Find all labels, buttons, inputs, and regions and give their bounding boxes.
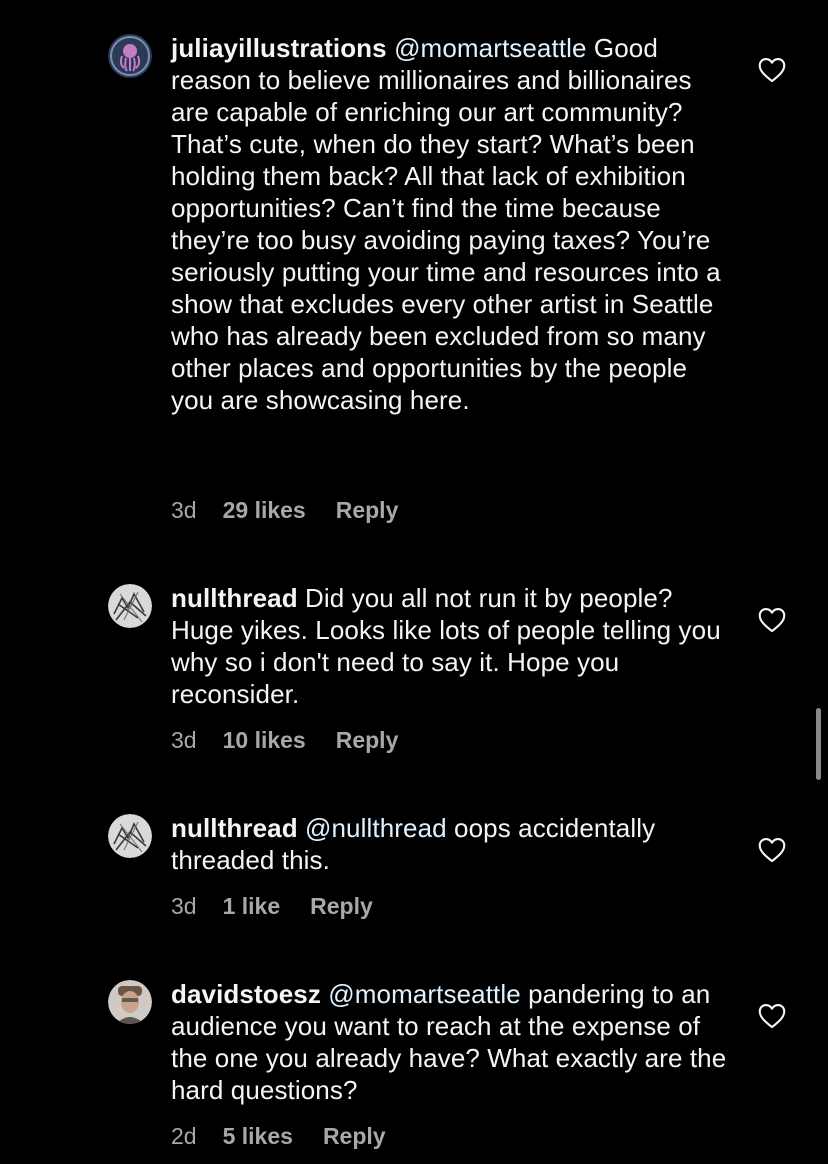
comment-username[interactable]: nullthread bbox=[171, 583, 298, 613]
person-photo-avatar-icon[interactable] bbox=[108, 980, 152, 1024]
comment-body: nullthread Did you all not run it by peo… bbox=[171, 582, 731, 710]
comment-mention[interactable]: @momartseattle bbox=[394, 33, 587, 63]
comment-time: 3d bbox=[171, 893, 197, 919]
comment-time: 2d bbox=[171, 1123, 197, 1149]
comment-meta: 2d 5 likes Reply bbox=[171, 1122, 386, 1150]
comment-likes[interactable]: 1 like bbox=[223, 893, 281, 919]
reply-button[interactable]: Reply bbox=[336, 727, 399, 753]
heart-outline-icon[interactable] bbox=[758, 57, 786, 83]
heart-outline-icon[interactable] bbox=[758, 1003, 786, 1029]
comment-time: 3d bbox=[171, 497, 197, 523]
comment-username[interactable]: davidstoesz bbox=[171, 979, 321, 1009]
reply-button[interactable]: Reply bbox=[310, 893, 373, 919]
comment-mention[interactable]: @momartseattle bbox=[328, 979, 521, 1009]
comment-likes[interactable]: 5 likes bbox=[223, 1123, 293, 1149]
heart-outline-icon[interactable] bbox=[758, 837, 786, 863]
comment-meta: 3d 1 like Reply bbox=[171, 892, 373, 920]
comment-username[interactable]: juliayillustrations bbox=[171, 33, 387, 63]
comment-time: 3d bbox=[171, 727, 197, 753]
reply-button[interactable]: Reply bbox=[336, 497, 399, 523]
octopus-avatar-icon[interactable] bbox=[108, 34, 152, 78]
comment-meta: 3d 10 likes Reply bbox=[171, 726, 398, 754]
scrollbar[interactable] bbox=[816, 708, 821, 780]
comment-text: Good reason to believe millionaires and … bbox=[171, 33, 721, 415]
comment-meta: 3d 29 likes Reply bbox=[171, 496, 398, 524]
reply-button[interactable]: Reply bbox=[323, 1123, 386, 1149]
comment-likes[interactable]: 10 likes bbox=[223, 727, 306, 753]
comment-body: davidstoesz @momartseattle pandering to … bbox=[171, 978, 731, 1106]
heart-outline-icon[interactable] bbox=[758, 607, 786, 633]
comment-body: nullthread @nullthread oops accidentally… bbox=[171, 812, 731, 876]
comment-likes[interactable]: 29 likes bbox=[223, 497, 306, 523]
sketch-avatar-icon[interactable] bbox=[108, 584, 152, 628]
comment-mention[interactable]: @nullthread bbox=[305, 813, 447, 843]
sketch-avatar-icon[interactable] bbox=[108, 814, 152, 858]
comment-username[interactable]: nullthread bbox=[171, 813, 298, 843]
comment-body: juliayillustrations @momartseattle Good … bbox=[171, 32, 731, 416]
